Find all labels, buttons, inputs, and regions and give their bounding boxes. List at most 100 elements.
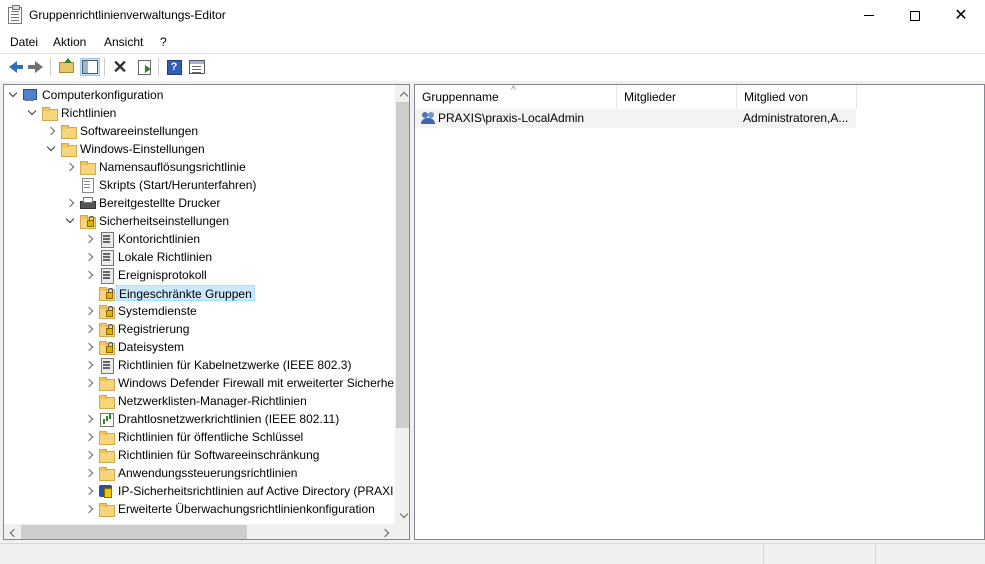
maximize-button[interactable] (892, 0, 938, 31)
lock-folder-icon (98, 303, 115, 319)
menu-datei[interactable]: Datei (10, 35, 38, 49)
scroll-right-icon[interactable] (378, 524, 395, 539)
lock-folder-icon (98, 339, 115, 355)
scroll-thumb[interactable] (396, 102, 409, 428)
tree-item-skripts-start-herunterfahren[interactable]: Skripts (Start/Herunterfahren) (4, 176, 394, 194)
window-title: Gruppenrichtlinienverwaltungs-Editor (29, 8, 226, 22)
chevron-right-icon[interactable] (64, 161, 76, 173)
tree-item-drahtlosnetzwerkrichtlinien-ieee-802-11[interactable]: Drahtlosnetzwerkrichtlinien (IEEE 802.11… (4, 410, 394, 428)
status-segment (875, 544, 985, 564)
tree-item-registrierung[interactable]: Registrierung (4, 320, 394, 338)
scroll-up-icon[interactable] (395, 85, 409, 102)
tree-item-label: Anwendungssteuerungsrichtlinien (118, 466, 298, 480)
tree-item-anwendungssteuerungsrichtlinien[interactable]: Anwendungssteuerungsrichtlinien (4, 464, 394, 482)
tree-horizontal-scrollbar[interactable] (4, 524, 395, 539)
lock-folder-icon (98, 321, 115, 337)
chevron-down-icon[interactable] (64, 215, 76, 227)
policy-icon (98, 267, 114, 284)
tree-item-ip-sicherheitsrichtlinien-auf-active-directory-praxi[interactable]: IP-Sicherheitsrichtlinien auf Active Dir… (4, 482, 394, 500)
chevron-down-icon[interactable] (26, 107, 38, 119)
menu-help[interactable]: ? (160, 35, 167, 49)
help-button[interactable]: ? (164, 58, 184, 76)
chevron-right-icon[interactable] (83, 233, 95, 245)
chevron-right-icon[interactable] (83, 413, 95, 425)
chevron-right-icon[interactable] (45, 125, 57, 137)
up-one-level-button[interactable] (56, 57, 76, 76)
policy-icon (98, 231, 114, 248)
properties-button[interactable] (187, 58, 207, 76)
tree-item-richtlinien-für-öffentliche-schlüssel[interactable]: Richtlinien für öffentliche Schlüssel (4, 428, 394, 446)
chevron-right-icon[interactable] (83, 269, 95, 281)
minimize-button[interactable] (846, 0, 892, 31)
tree-item-windows-einstellungen[interactable]: Windows-Einstellungen (4, 140, 394, 158)
chevron-right-icon[interactable] (83, 305, 95, 317)
tree-item-eingeschränkte-gruppen[interactable]: Eingeschränkte Gruppen (4, 284, 394, 302)
tree-item-richtlinien-für-kabelnetzwerke-ieee-802-3[interactable]: Richtlinien für Kabelnetzwerke (IEEE 802… (4, 356, 394, 374)
column-header-mitglied-von[interactable]: Mitglied von (737, 85, 857, 109)
menu-aktion[interactable]: Aktion (53, 35, 86, 49)
chevron-right-icon[interactable] (83, 341, 95, 353)
tree-item-systemdienste[interactable]: Systemdienste (4, 302, 394, 320)
tree-item-label: Richtlinien für öffentliche Schlüssel (118, 430, 304, 444)
lock-icon (106, 324, 113, 335)
tree-item-computerkonfiguration[interactable]: Computerkonfiguration (4, 86, 394, 104)
column-label: Mitglied von (744, 90, 809, 104)
show-hide-tree-icon (82, 60, 98, 74)
chevron-right-icon[interactable] (83, 431, 95, 443)
tree-item-label: Richtlinien (61, 106, 117, 120)
tree-item-netzwerklisten-manager-richtlinien[interactable]: Netzwerklisten-Manager-Richtlinien (4, 392, 394, 410)
table-row[interactable]: PRAXIS\praxis-LocalAdmin Administratoren… (415, 109, 856, 128)
chevron-right-icon[interactable] (83, 377, 95, 389)
tree-item-softwareeinstellungen[interactable]: Softwareeinstellungen (4, 122, 394, 140)
toolbar-separator (50, 58, 51, 76)
chevron-right-icon[interactable] (83, 467, 95, 479)
chevron-right-icon[interactable] (83, 449, 95, 461)
tree-item-dateisystem[interactable]: Dateisystem (4, 338, 394, 356)
chevron-down-icon[interactable] (45, 143, 57, 155)
back-button[interactable] (3, 58, 23, 76)
forward-button[interactable] (25, 58, 45, 76)
chevron-down-icon[interactable] (7, 89, 19, 101)
chevron-right-icon[interactable] (83, 251, 95, 263)
chevron-right-icon[interactable] (83, 359, 95, 371)
show-hide-tree-button[interactable] (80, 58, 100, 76)
export-list-button[interactable] (134, 58, 154, 76)
close-button[interactable]: ✕ (938, 0, 984, 31)
tree-item-ereignisprotokoll[interactable]: Ereignisprotokoll (4, 266, 394, 284)
column-header-mitglieder[interactable]: Mitglieder (617, 85, 737, 109)
scroll-left-icon[interactable] (4, 524, 21, 539)
chevron-right-icon[interactable] (83, 503, 95, 515)
tree-item-erweiterte-überwachungsrichtlinienkonfiguration[interactable]: Erweiterte Überwachungsrichtlinienkonfig… (4, 500, 394, 518)
tree-item-namensauflösungsrichtlinie[interactable]: Namensauflösungsrichtlinie (4, 158, 394, 176)
cell-gruppenname: PRAXIS\praxis-LocalAdmin (438, 111, 585, 125)
tree-item-label: Registrierung (118, 322, 190, 336)
scroll-thumb[interactable] (21, 525, 247, 539)
chevron-right-icon[interactable] (64, 197, 76, 209)
tree-item-kontorichtlinien[interactable]: Kontorichtlinien (4, 230, 394, 248)
tree-item-label: Richtlinien für Softwareeinschränkung (118, 448, 320, 462)
delete-icon: ✕ (112, 57, 128, 77)
tree-item-richtlinien-für-softwareeinschränkung[interactable]: Richtlinien für Softwareeinschränkung (4, 446, 394, 464)
details-list[interactable]: Gruppenname ^ Mitglieder Mitglied von PR… (414, 84, 985, 540)
tree-item-label: Windows Defender Firewall mit erweiterte… (118, 376, 395, 390)
tree-item-label: Windows-Einstellungen (80, 142, 205, 156)
tree-item-windows-defender-firewall-mit-erweiterter-sicherhe[interactable]: Windows Defender Firewall mit erweiterte… (4, 374, 394, 392)
folder-icon (60, 141, 77, 157)
tree-item-lokale-richtlinien[interactable]: Lokale Richtlinien (4, 248, 394, 266)
column-header-gruppenname[interactable]: Gruppenname ^ (415, 85, 617, 109)
chevron-right-icon[interactable] (83, 485, 95, 497)
console-tree[interactable]: Computerkonfiguration Richtlinien Software… (3, 84, 410, 540)
status-bar (0, 543, 985, 564)
tree-vertical-scrollbar[interactable] (395, 85, 409, 524)
chevron-right-icon[interactable] (83, 323, 95, 335)
menu-ansicht[interactable]: Ansicht (104, 35, 143, 49)
scroll-down-icon[interactable] (395, 507, 409, 524)
folder-icon (98, 393, 115, 409)
tree-item-bereitgestellte-drucker[interactable]: Bereitgestellte Drucker (4, 194, 394, 212)
tree-item-sicherheitseinstellungen[interactable]: Sicherheitseinstellungen (4, 212, 394, 230)
delete-button[interactable]: ✕ (110, 58, 130, 76)
tree-item-richtlinien[interactable]: Richtlinien (4, 104, 394, 122)
lock-icon (87, 216, 94, 227)
tree-item-label: Computerkonfiguration (42, 88, 164, 102)
help-icon: ? (166, 59, 182, 75)
